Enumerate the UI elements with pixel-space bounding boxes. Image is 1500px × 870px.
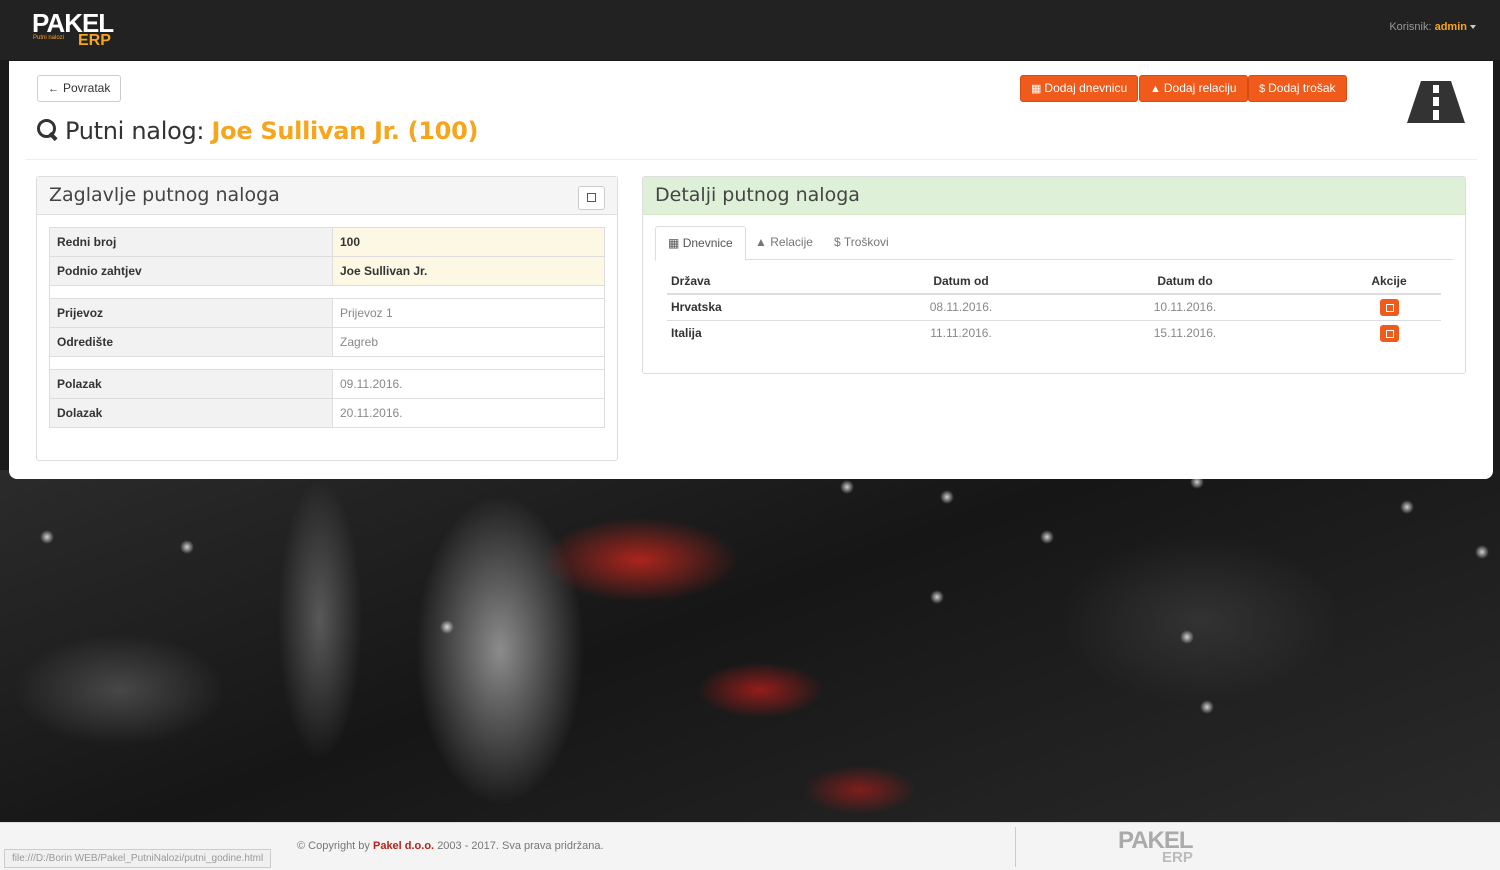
edit-row-button[interactable]	[1379, 324, 1399, 342]
details-panel-title: Detalji putnog naloga	[655, 184, 860, 206]
details-tabs: ▦ Dnevnice ▲ Relacije $ Troškovi	[655, 226, 1453, 261]
column-header: Akcije	[1337, 268, 1441, 295]
calendar-icon: ▦	[668, 236, 680, 250]
table-row: Podnio zahtjev Joe Sullivan Jr.	[49, 256, 605, 286]
company-link[interactable]: Pakel d.o.o.	[373, 840, 434, 852]
header-table: Redni broj 100 Podnio zahtjev Joe Sulliv…	[49, 227, 605, 428]
divider	[1015, 827, 1016, 867]
header-panel-title: Zaglavlje putnog naloga	[49, 184, 280, 206]
main-content-panel: ← Povratak ▦ Dodaj dnevnicu ▲ Dodaj relacij…	[9, 61, 1493, 479]
table-row: Polazak 09.11.2016.	[49, 369, 605, 399]
browser-status-url: file:///D:/Borin WEB/Pakel_PutniNalozi/p…	[4, 849, 272, 868]
table-row: Dolazak 20.11.2016.	[49, 398, 605, 428]
travel-order-name: Joe Sullivan Jr. (100)	[211, 117, 479, 145]
pakel-erp-logo[interactable]: PAKEL Putni nalozi ERP	[30, 8, 120, 52]
caret-down-icon	[1470, 25, 1476, 30]
top-navbar: PAKEL Putni nalozi ERP Korisnik: admin	[0, 0, 1500, 60]
table-row: Hrvatska 08.11.2016. 10.11.2016.	[667, 294, 1441, 321]
footer-logo: PAKEL ERP	[1118, 827, 1194, 866]
page-title: Putni nalog: Joe Sullivan Jr. (100)	[37, 117, 478, 145]
add-route-button[interactable]: ▲ Dodaj relaciju	[1139, 75, 1248, 102]
edit-header-button[interactable]	[578, 186, 605, 210]
back-button[interactable]: ← Povratak	[37, 75, 122, 102]
user-menu[interactable]: Korisnik: admin	[1389, 21, 1476, 33]
add-daily-allowance-button[interactable]: ▦ Dodaj dnevnicu	[1020, 75, 1139, 102]
column-header: Država	[667, 268, 889, 295]
daily-allowance-table: Država Datum od Datum do Akcije Hrvatska…	[667, 268, 1441, 346]
divider	[25, 159, 1477, 160]
table-row: Redni broj 100	[49, 227, 605, 257]
column-header: Datum do	[1033, 268, 1337, 295]
tab-dnevnice[interactable]: ▦ Dnevnice	[655, 226, 746, 261]
arrow-left-icon: ←	[48, 83, 59, 95]
tab-troskovi[interactable]: $ Troškovi	[822, 226, 901, 260]
copyright-text: © Copyright by Pakel d.o.o. 2003 - 2017.…	[297, 840, 604, 852]
calendar-icon: ▦	[1031, 83, 1042, 95]
table-row: Odredište Zagreb	[49, 327, 605, 357]
user-label: Korisnik:	[1389, 21, 1432, 33]
background-image	[0, 470, 1500, 822]
header-panel: Zaglavlje putnog naloga Redni broj 100 P…	[36, 176, 618, 461]
road-logo-icon	[1407, 81, 1465, 123]
road-icon: ▲	[755, 235, 767, 249]
column-header: Datum od	[889, 268, 1033, 295]
edit-row-button[interactable]	[1379, 298, 1399, 316]
table-row: Italija 11.11.2016. 15.11.2016.	[667, 320, 1441, 346]
dollar-icon: $	[1259, 83, 1266, 95]
road-icon: ▲	[1150, 83, 1161, 95]
add-cost-button[interactable]: $ Dodaj trošak	[1248, 75, 1347, 102]
edit-icon	[587, 193, 596, 202]
table-row: Prijevoz Prijevoz 1	[49, 298, 605, 328]
user-name: admin	[1434, 21, 1467, 33]
dollar-icon: $	[834, 235, 841, 249]
search-icon	[37, 119, 59, 141]
details-panel: Detalji putnog naloga ▦ Dnevnice ▲ Relac…	[642, 176, 1466, 374]
tab-relacije[interactable]: ▲ Relacije	[743, 226, 825, 260]
